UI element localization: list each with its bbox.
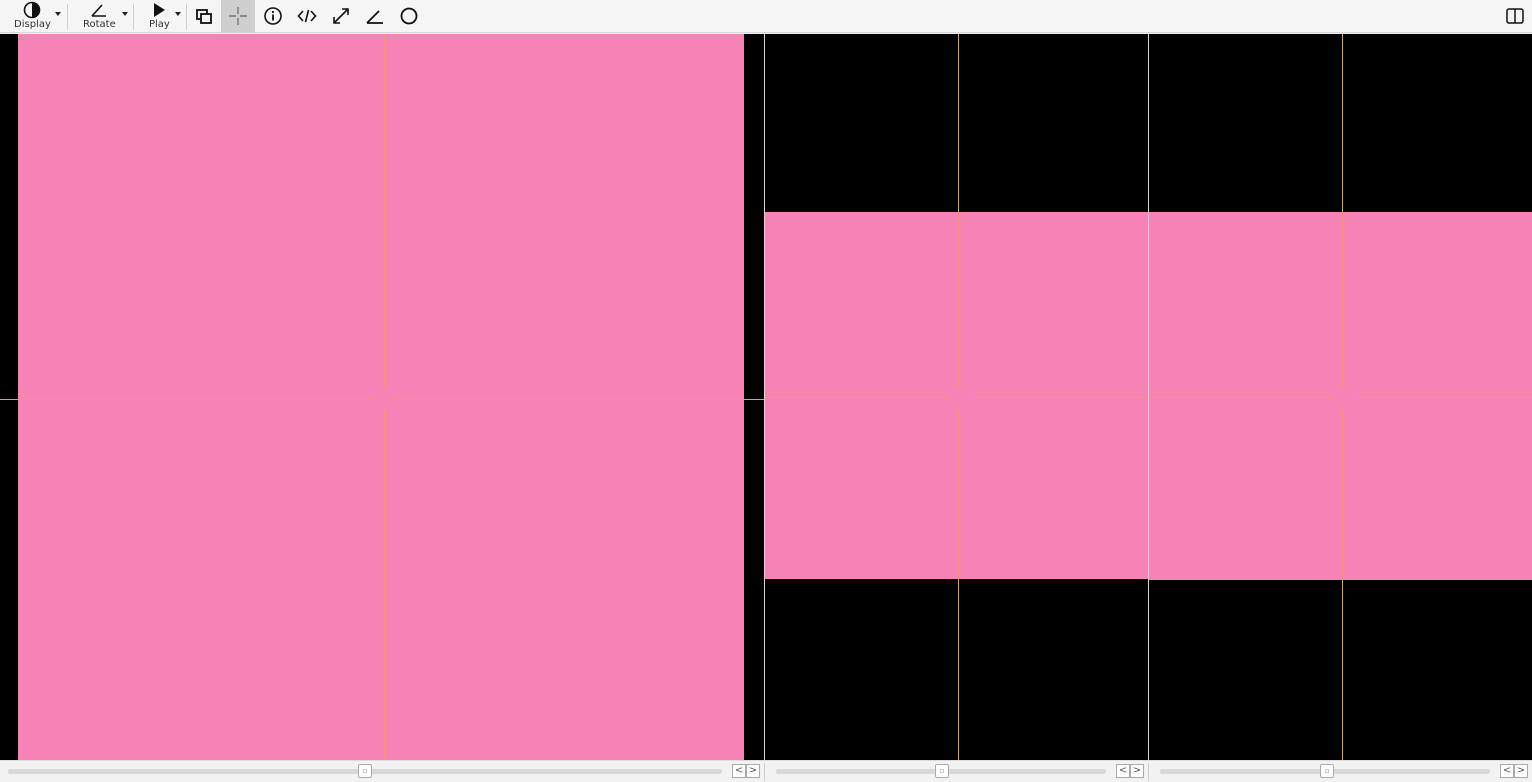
info-button[interactable] (256, 0, 290, 33)
angle-measure-icon (366, 10, 383, 24)
code-icon (297, 9, 317, 23)
viewport-sagittal[interactable] (765, 34, 1148, 760)
next-slice-button[interactable]: > (1130, 764, 1144, 778)
slice-slider-thumb[interactable] (935, 764, 949, 778)
crosshair-button[interactable] (221, 0, 255, 33)
circle-button[interactable] (392, 0, 426, 33)
expand-button[interactable] (324, 0, 358, 33)
toolbar: Display Rotate Play (0, 0, 1532, 33)
contrast-icon (23, 1, 41, 19)
info-icon (264, 7, 282, 25)
play-button[interactable]: Play (134, 0, 186, 33)
split-view-button[interactable] (1498, 0, 1532, 33)
display-label: Display (14, 19, 51, 30)
viewport-axial[interactable] (0, 34, 764, 760)
angle-icon (91, 4, 106, 17)
layers-icon (196, 9, 212, 24)
play-label: Play (149, 19, 170, 30)
next-slice-button[interactable]: > (746, 764, 760, 778)
chevron-down-icon (55, 12, 61, 16)
previous-slice-button[interactable]: < (1116, 764, 1130, 778)
slice-slider-thumb[interactable] (1320, 764, 1334, 778)
layers-button[interactable] (187, 0, 221, 33)
chevron-down-icon (175, 12, 181, 16)
rotate-button[interactable]: Rotate (68, 0, 132, 33)
expand-icon (333, 8, 349, 24)
angle-measure-button[interactable] (358, 0, 392, 33)
image-region (18, 34, 744, 760)
previous-slice-button[interactable]: < (732, 764, 746, 778)
crosshair-center-gap (947, 397, 969, 398)
crosshair-center-gap (1331, 397, 1353, 398)
crosshair-icon (229, 7, 247, 25)
slice-navigation-bar: < > < > < > (0, 760, 1532, 782)
bar-separator (1148, 763, 1149, 781)
crosshair-center-gap (373, 399, 395, 400)
slice-slider-thumb[interactable] (358, 764, 372, 778)
split-view-icon (1506, 8, 1524, 24)
image-region (1149, 212, 1532, 580)
chevron-down-icon (122, 12, 128, 16)
circle-icon (400, 7, 418, 25)
bar-separator (764, 763, 765, 781)
play-icon (154, 3, 165, 17)
previous-slice-button[interactable]: < (1500, 764, 1514, 778)
display-button[interactable]: Display (0, 0, 66, 33)
next-slice-button[interactable]: > (1514, 764, 1528, 778)
viewport-coronal[interactable] (1149, 34, 1532, 760)
image-region (765, 212, 1148, 579)
rotate-label: Rotate (83, 19, 116, 30)
code-button[interactable] (290, 0, 324, 33)
